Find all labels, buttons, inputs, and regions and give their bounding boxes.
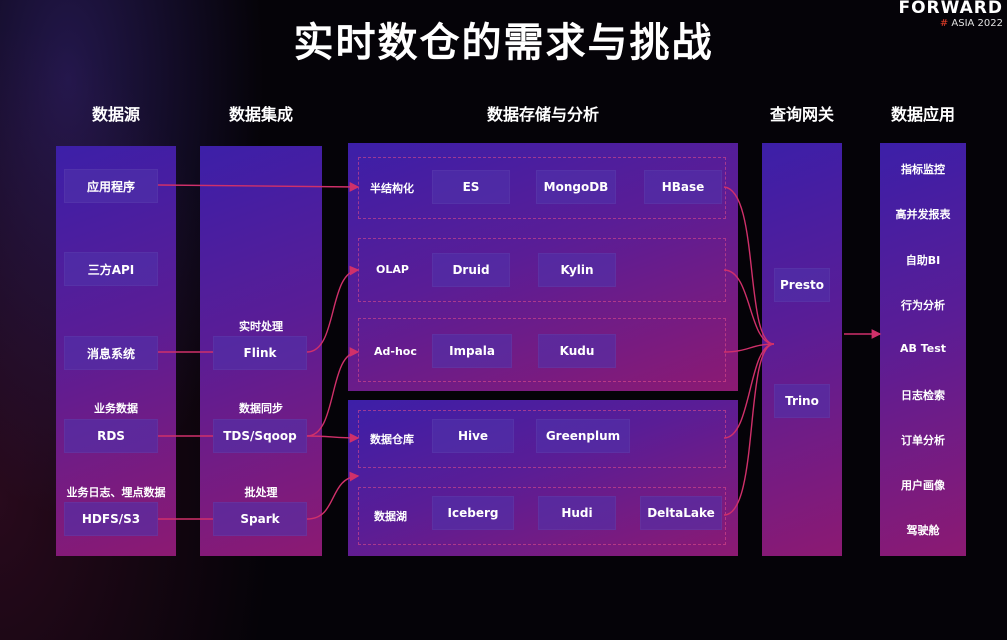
- storage-iceberg: Iceberg: [432, 496, 514, 530]
- curve-lake-to-gateway: [723, 343, 775, 516]
- app-item: AB Test: [899, 342, 947, 355]
- curve-dw-to-gateway: [723, 343, 775, 439]
- source-hdfs: HDFS/S3: [64, 502, 158, 536]
- storage-semi-label: 半结构化: [370, 182, 414, 195]
- integration-flink: Flink: [213, 336, 307, 370]
- gateway-trino: Trino: [774, 384, 830, 418]
- storage-olap-label: OLAP: [376, 263, 409, 276]
- storage-hudi: Hudi: [538, 496, 616, 530]
- arrow-app-to-semi: [157, 182, 360, 192]
- source-api: 三方API: [64, 252, 158, 286]
- storage-hbase: HBase: [644, 170, 722, 204]
- app-item: 自助BI: [905, 254, 941, 267]
- app-item: 行为分析: [901, 299, 945, 312]
- integration-realtime-label: 实时处理: [239, 320, 283, 333]
- app-item: 高并发报表: [895, 208, 951, 221]
- storage-deltalake: DeltaLake: [640, 496, 722, 530]
- storage-adhoc-label: Ad-hoc: [374, 345, 417, 358]
- storage-kudu: Kudu: [538, 334, 616, 368]
- storage-mongodb: MongoDB: [536, 170, 616, 204]
- integration-sync-label: 数据同步: [239, 402, 283, 415]
- curve-tds-to-dw: [306, 433, 360, 443]
- curve-flink-to-olap: [306, 265, 360, 353]
- source-log-label: 业务日志、埋点数据: [66, 486, 166, 499]
- storage-dw-label: 数据仓库: [370, 433, 414, 446]
- app-item: 指标监控: [901, 163, 945, 176]
- storage-lake-label: 数据湖: [374, 510, 407, 523]
- storage-greenplum: Greenplum: [536, 419, 630, 453]
- integration-tds: TDS/Sqoop: [213, 419, 307, 453]
- curve-olap-to-gateway: [723, 269, 775, 345]
- storage-impala: Impala: [432, 334, 512, 368]
- source-app: 应用程序: [64, 169, 158, 203]
- gateway-presto: Presto: [774, 268, 830, 302]
- app-item: 日志检索: [901, 389, 945, 402]
- storage-es: ES: [432, 170, 510, 204]
- storage-hive: Hive: [432, 419, 514, 453]
- integration-batch-label: 批处理: [244, 486, 278, 499]
- curve-tds-to-adhoc: [306, 347, 360, 437]
- source-rds: RDS: [64, 419, 158, 453]
- app-item: 订单分析: [901, 434, 945, 447]
- curve-semi-to-gateway: [723, 186, 775, 345]
- source-message-system: 消息系统: [64, 336, 158, 370]
- app-item: 驾驶舱: [906, 524, 940, 537]
- source-biz-label: 业务数据: [94, 402, 138, 415]
- storage-druid: Druid: [432, 253, 510, 287]
- app-item: 用户画像: [901, 479, 945, 492]
- integration-spark: Spark: [213, 502, 307, 536]
- storage-kylin: Kylin: [538, 253, 616, 287]
